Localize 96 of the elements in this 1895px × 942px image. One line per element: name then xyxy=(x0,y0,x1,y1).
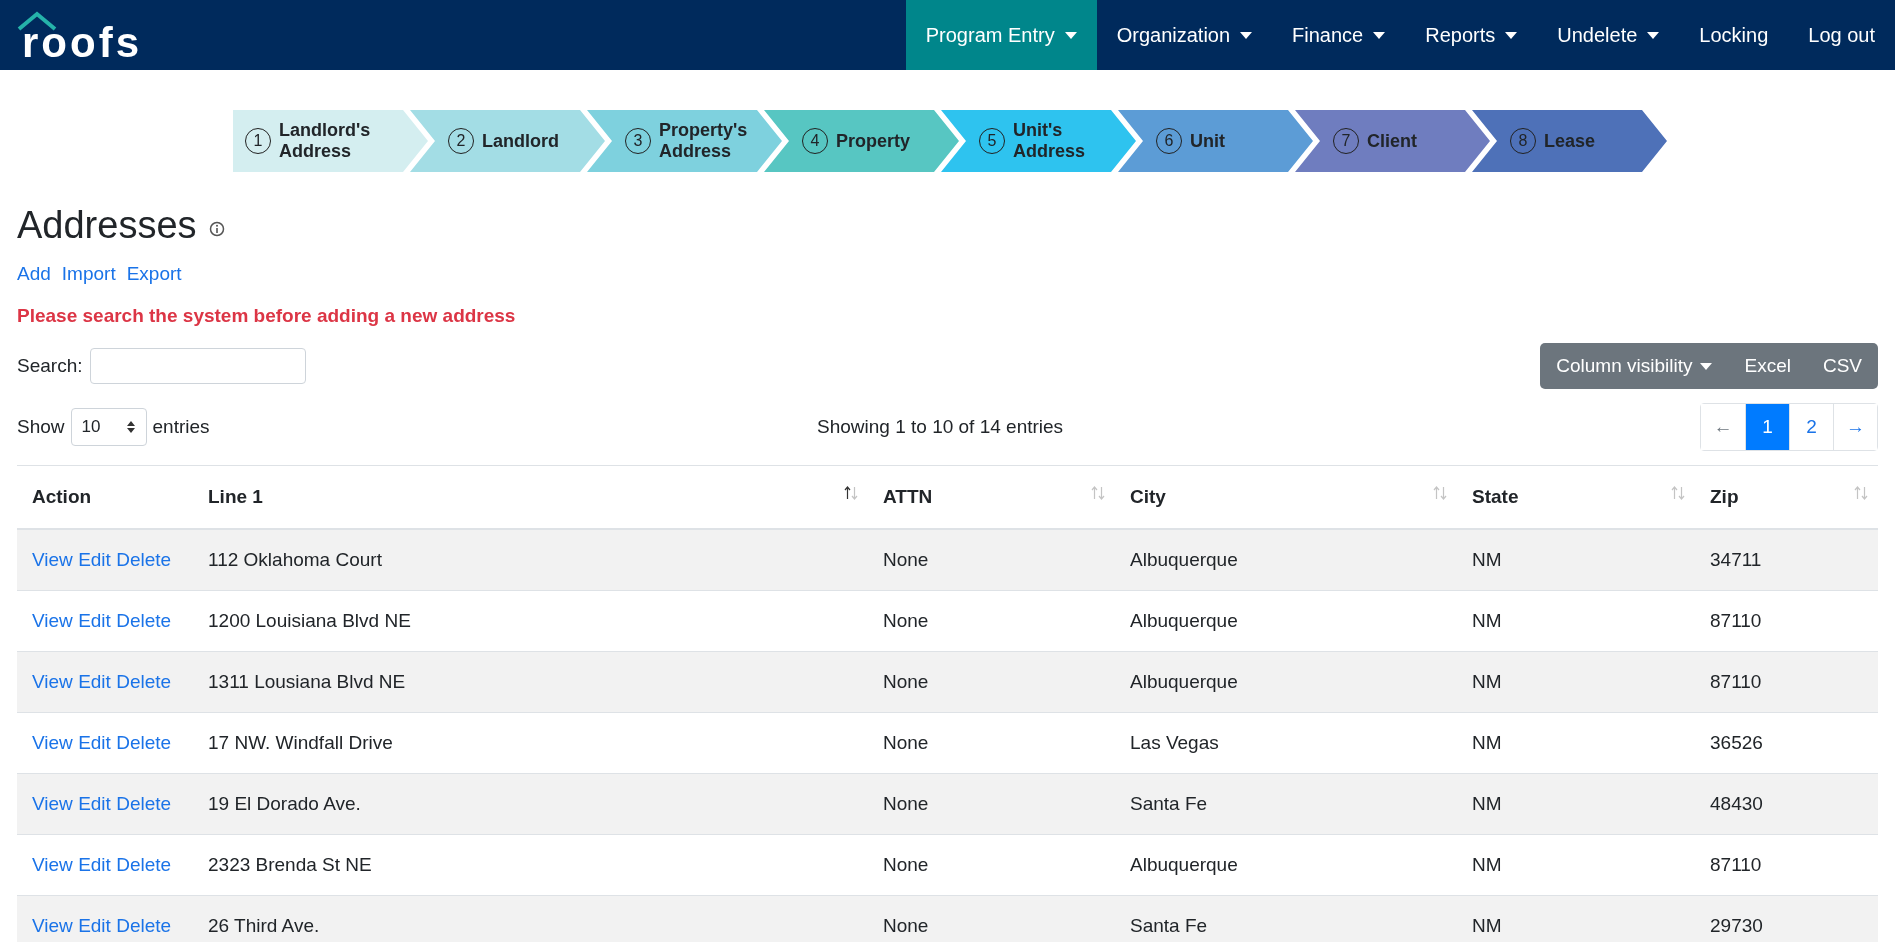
export-button[interactable]: Excel xyxy=(1728,343,1807,389)
table-cell: 26 Third Ave. xyxy=(208,915,320,936)
table-cell: NM xyxy=(1472,549,1502,570)
wizard-step[interactable]: 8 Lease xyxy=(1472,110,1667,172)
warning-message: Please search the system before adding a new address xyxy=(17,305,517,327)
table-cell: NM xyxy=(1472,915,1502,936)
table-cell: NM xyxy=(1472,610,1502,631)
page-title: Addresses xyxy=(17,204,197,247)
table-cell: 112 Oklahoma Court xyxy=(208,549,382,570)
step-label: Client xyxy=(1367,130,1418,152)
export-button[interactable]: CSV xyxy=(1806,343,1878,389)
row-action-link[interactable]: Edit xyxy=(78,610,111,631)
nav-menu-item[interactable]: Log out xyxy=(1788,0,1895,70)
wizard-step[interactable]: 7 Client xyxy=(1295,110,1490,172)
table-info: Showing 1 to 10 of 14 entries xyxy=(816,416,1065,438)
table-cell: Albuquerque xyxy=(1130,854,1238,875)
row-action-link[interactable]: Delete xyxy=(116,549,172,570)
row-action-link[interactable]: Delete xyxy=(116,915,172,936)
row-action-link[interactable]: Delete xyxy=(116,671,172,692)
action-link[interactable]: Import xyxy=(61,263,116,285)
table-cell: Las Vegas xyxy=(1130,732,1219,753)
entries-label: entries xyxy=(152,416,210,438)
row-action-link[interactable]: Edit xyxy=(78,549,111,570)
nav-menu-item[interactable]: Finance xyxy=(1272,0,1406,70)
step-label: Lease xyxy=(1544,130,1597,152)
step-label: Unit xyxy=(1190,130,1226,152)
table-cell: 87110 xyxy=(1710,854,1762,875)
table-cell: NM xyxy=(1472,793,1502,814)
row-action-link[interactable]: View xyxy=(32,915,73,936)
page-button[interactable]: → xyxy=(1833,404,1877,450)
table-cell: NM xyxy=(1472,854,1502,875)
table-cell: 34711 xyxy=(1710,549,1762,570)
table-cell: 36526 xyxy=(1710,732,1763,753)
nav-menu-item[interactable]: Undelete xyxy=(1537,0,1680,70)
table-cell: NM xyxy=(1472,732,1502,753)
table-cell: None xyxy=(883,915,929,936)
table-cell: None xyxy=(883,732,929,753)
row-action-link[interactable]: View xyxy=(32,610,73,631)
action-link[interactable]: Export xyxy=(126,263,182,285)
row-action-link[interactable]: Delete xyxy=(116,610,172,631)
nav-menu-item[interactable]: Locking xyxy=(1679,0,1789,70)
wizard-step[interactable]: 4 Property xyxy=(764,110,959,172)
row-action-link[interactable]: Edit xyxy=(78,732,111,753)
table-cell: Santa Fe xyxy=(1130,915,1208,936)
table-cell: None xyxy=(883,549,929,570)
table-cell: Albuquerque xyxy=(1130,610,1238,631)
step-label: Landlord xyxy=(482,130,560,152)
table-cell: None xyxy=(883,854,929,875)
table-cell: 87110 xyxy=(1710,610,1762,631)
nav-menu-item[interactable]: Organization xyxy=(1096,0,1273,70)
wizard-step[interactable]: 2 Landlord xyxy=(410,110,605,172)
info-icon[interactable] xyxy=(208,220,225,237)
page-button[interactable]: 1 xyxy=(1745,404,1789,450)
logo-text: roofs xyxy=(22,22,142,64)
row-action-link[interactable]: View xyxy=(32,732,73,753)
table-cell: None xyxy=(883,671,929,692)
row-action-link[interactable]: Delete xyxy=(116,732,172,753)
table-cell: 19 El Dorado Ave. xyxy=(208,793,361,814)
row-action-link[interactable]: View xyxy=(32,549,73,570)
row-action-link[interactable]: Edit xyxy=(78,671,111,692)
row-action-link[interactable]: Delete xyxy=(116,854,172,875)
table-cell: Albuquerque xyxy=(1130,549,1238,570)
search-label: Search: xyxy=(17,355,83,377)
search-field[interactable] xyxy=(90,348,307,384)
row-action-link[interactable]: Delete xyxy=(116,793,172,814)
step-label: Landlord's Address xyxy=(279,120,372,162)
table-cell: 87110 xyxy=(1710,671,1762,692)
row-action-link[interactable]: Edit xyxy=(78,854,111,875)
row-action-link[interactable]: Edit xyxy=(78,915,111,936)
table-cell: 17 NW. Windfall Drive xyxy=(208,732,393,753)
action-link[interactable]: Add xyxy=(17,263,51,285)
table-cell: 2323 Brenda St NE xyxy=(208,854,372,875)
table-cell: 29730 xyxy=(1710,915,1763,936)
step-label: Property's Address xyxy=(659,120,749,162)
nav-menu-item[interactable]: Reports xyxy=(1405,0,1538,70)
row-action-link[interactable]: View xyxy=(32,671,73,692)
roofs-logo[interactable]: roofs xyxy=(0,0,142,70)
sort-updown-icon xyxy=(125,420,136,434)
page-size-select[interactable]: 10 xyxy=(70,408,147,446)
row-action-link[interactable]: View xyxy=(32,854,73,875)
table-cell: NM xyxy=(1472,671,1502,692)
show-label: Show xyxy=(17,416,65,438)
row-action-link[interactable]: View xyxy=(32,793,73,814)
row-action-link[interactable]: Edit xyxy=(78,793,111,814)
table-cell: 48430 xyxy=(1710,793,1763,814)
table-cell: 1311 Lousiana Blvd NE xyxy=(208,671,406,692)
step-label: Unit's Address xyxy=(1013,120,1087,162)
table-cell: Albuquerque xyxy=(1130,671,1238,692)
wizard-step[interactable]: 6 Unit xyxy=(1118,110,1313,172)
export-button[interactable]: Column visibility xyxy=(1540,343,1729,389)
table-cell: Santa Fe xyxy=(1130,793,1208,814)
nav-menu-item[interactable]: Program Entry xyxy=(905,0,1097,70)
step-label: Property xyxy=(836,130,912,152)
table-cell: None xyxy=(883,610,929,631)
table-cell: None xyxy=(883,793,929,814)
table-cell: 1200 Louisiana Blvd NE xyxy=(208,610,411,631)
